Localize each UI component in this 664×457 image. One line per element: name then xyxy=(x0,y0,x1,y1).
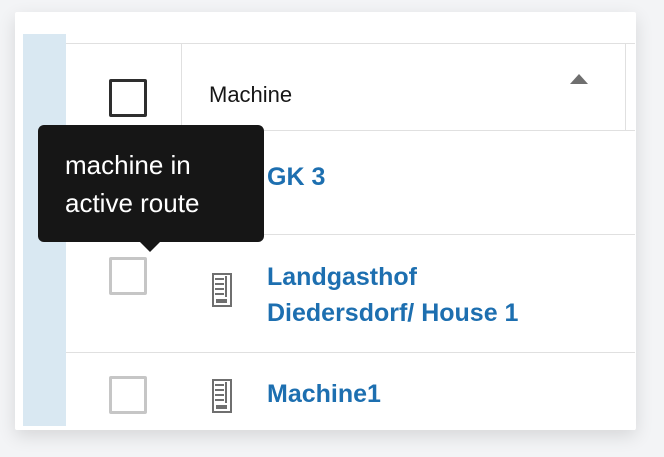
machine-link-line2: Diedersdorf/ House 1 xyxy=(267,299,519,327)
column-divider xyxy=(181,44,182,130)
machine-link[interactable]: Landgasthof Diedersdorf/ House 1 xyxy=(267,259,518,331)
sort-ascending-icon[interactable] xyxy=(570,74,588,84)
tooltip-arrow xyxy=(140,242,160,252)
table-row: Machine1 xyxy=(66,353,635,430)
active-route-tooltip: machine in active route xyxy=(38,125,264,242)
table-header-row: Machine xyxy=(66,43,635,131)
tooltip-line2: active route xyxy=(65,188,200,218)
table-row: Landgasthof Diedersdorf/ House 1 xyxy=(66,235,635,353)
vending-machine-icon xyxy=(212,273,232,307)
row-checkbox[interactable] xyxy=(109,257,147,295)
row-checkbox[interactable] xyxy=(109,376,147,414)
vending-machine-icon xyxy=(212,379,232,413)
tooltip-line1: machine in xyxy=(65,150,191,180)
machine-link[interactable]: GK 3 xyxy=(267,159,325,195)
machine-link-line1: Landgasthof xyxy=(267,263,417,291)
column-divider xyxy=(625,44,626,130)
select-all-checkbox[interactable] xyxy=(109,79,147,117)
machine-link[interactable]: Machine1 xyxy=(267,376,381,412)
machine-column-header[interactable]: Machine xyxy=(209,82,292,108)
